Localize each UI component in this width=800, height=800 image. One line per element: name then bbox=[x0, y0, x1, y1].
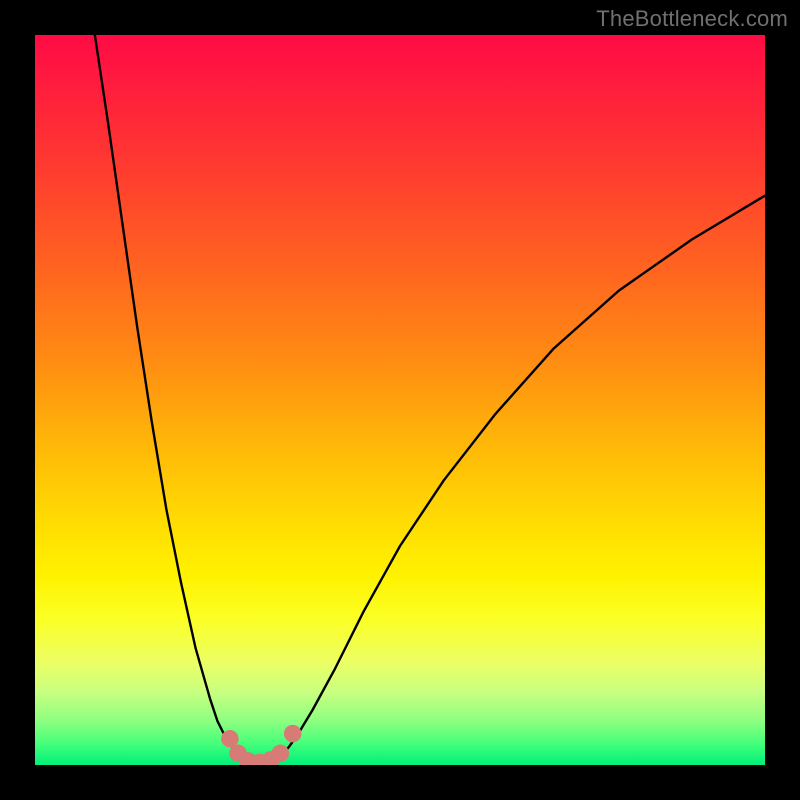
watermark-text: TheBottleneck.com bbox=[596, 6, 788, 32]
bottleneck-curve bbox=[95, 35, 765, 763]
curve-layer bbox=[35, 35, 765, 765]
plot-area bbox=[35, 35, 765, 765]
chart-frame: TheBottleneck.com bbox=[0, 0, 800, 800]
valley-dot bbox=[284, 725, 302, 743]
valley-dot bbox=[272, 745, 290, 763]
